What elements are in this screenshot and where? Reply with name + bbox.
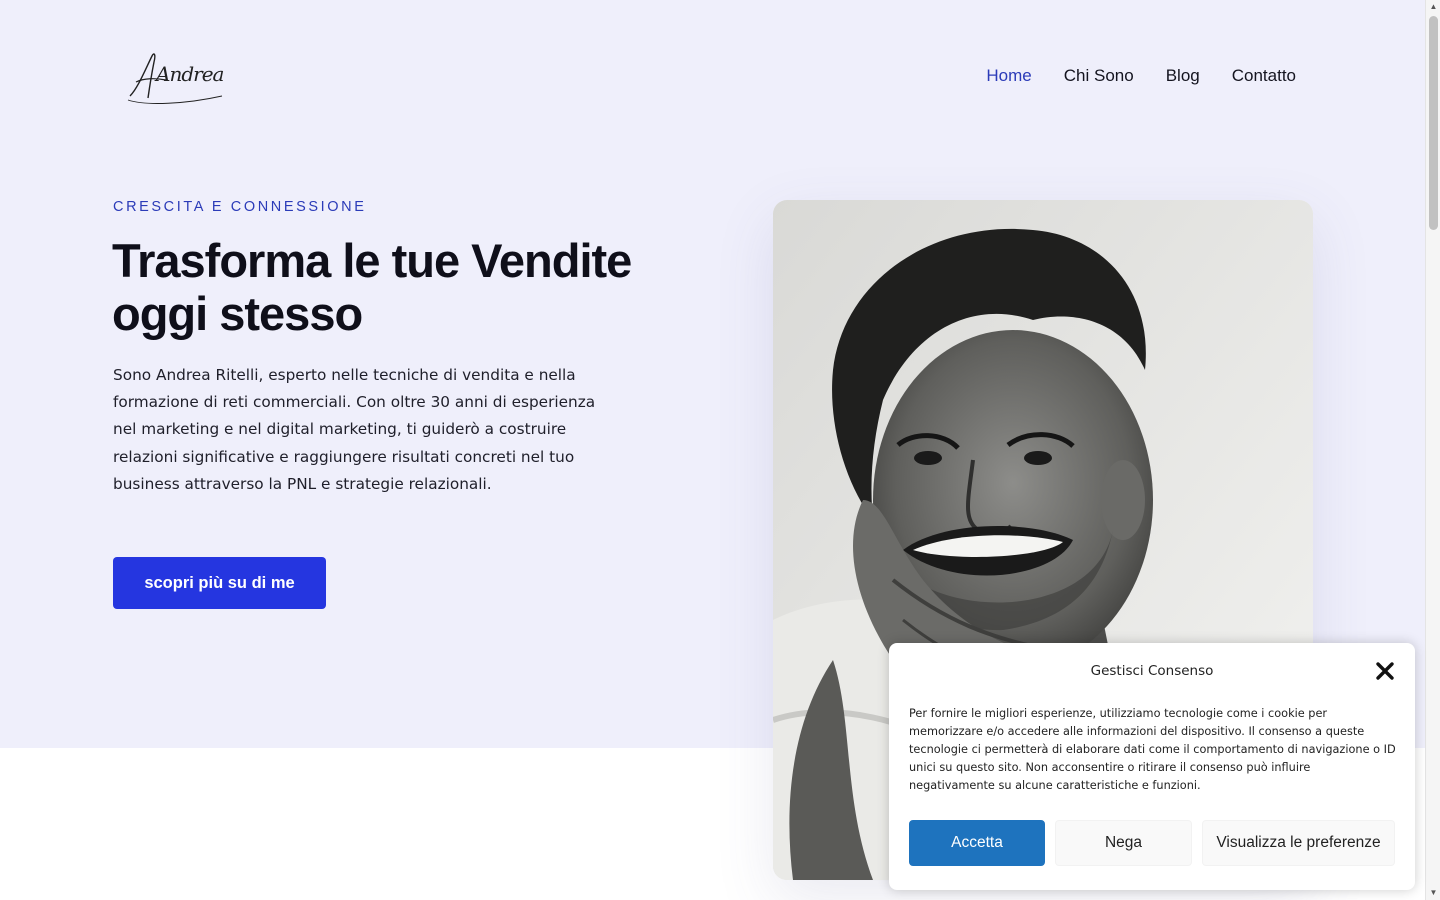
- about-me-button[interactable]: scopri più su di me: [113, 557, 326, 609]
- consent-title: Gestisci Consenso: [1090, 663, 1214, 679]
- logo-script-text: Andrea: [156, 62, 224, 86]
- hero-intro: Sono Andrea Ritelli, esperto nelle tecni…: [113, 366, 596, 493]
- consent-text: Per fornire le migliori esperienze, util…: [909, 707, 1396, 792]
- cookie-consent-dialog: Gestisci Consenso Per fornire le miglior…: [889, 643, 1415, 890]
- deny-button[interactable]: Nega: [1055, 820, 1192, 866]
- nav-item-home[interactable]: Home: [986, 66, 1031, 86]
- scroll-down-arrow-icon[interactable]: ▼: [1429, 889, 1438, 897]
- nav-item-blog[interactable]: Blog: [1166, 66, 1200, 86]
- nav-item-chi-sono[interactable]: Chi Sono: [1064, 66, 1134, 86]
- page-scrollbar[interactable]: ▲ ▼: [1425, 0, 1440, 900]
- view-preferences-button[interactable]: Visualizza le preferenze: [1202, 820, 1395, 866]
- scroll-up-arrow-icon[interactable]: ▲: [1429, 3, 1438, 11]
- main-nav: Home Chi Sono Blog Contatto: [986, 66, 1296, 86]
- hero-headline: Trasforma le tue Vendite oggi stesso: [112, 234, 632, 340]
- close-icon[interactable]: [1374, 660, 1396, 682]
- site-logo[interactable]: Andrea: [126, 48, 226, 106]
- nav-item-contatto[interactable]: Contatto: [1232, 66, 1296, 86]
- scrollbar-thumb[interactable]: [1429, 16, 1438, 230]
- hero-eyebrow: CRESCITA E CONNESSIONE: [113, 199, 367, 215]
- accept-button[interactable]: Accetta: [909, 820, 1045, 866]
